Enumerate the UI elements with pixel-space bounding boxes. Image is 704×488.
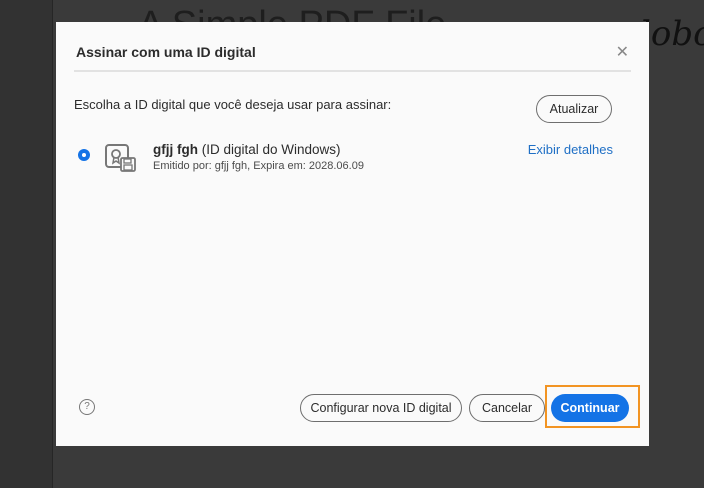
left-panel — [0, 0, 53, 488]
close-icon[interactable]: ✕ — [616, 42, 629, 62]
continue-button[interactable]: Continuar — [551, 394, 629, 422]
dialog-title: Assinar com uma ID digital — [76, 44, 256, 60]
background-signature: lobo — [640, 14, 704, 54]
prompt-text: Escolha a ID digital que você deseja usa… — [74, 97, 392, 112]
configure-new-id-button[interactable]: Configurar nova ID digital — [300, 394, 462, 422]
sign-with-digital-id-dialog: Assinar com uma ID digital ✕ Escolha a I… — [56, 22, 649, 446]
digital-id-radio[interactable] — [78, 149, 90, 161]
digital-id-issuer: Emitido por: gfjj fgh, Expira em: 2028.0… — [153, 160, 364, 172]
help-icon[interactable]: ? — [79, 399, 95, 415]
refresh-button[interactable]: Atualizar — [536, 95, 612, 123]
digital-id-name: gfjj fgh — [153, 142, 198, 157]
cancel-button[interactable]: Cancelar — [469, 394, 545, 422]
certificate-icon — [105, 144, 136, 172]
view-details-link[interactable]: Exibir detalhes — [528, 142, 613, 157]
divider — [74, 70, 631, 72]
digital-id-type: (ID digital do Windows) — [201, 142, 341, 157]
